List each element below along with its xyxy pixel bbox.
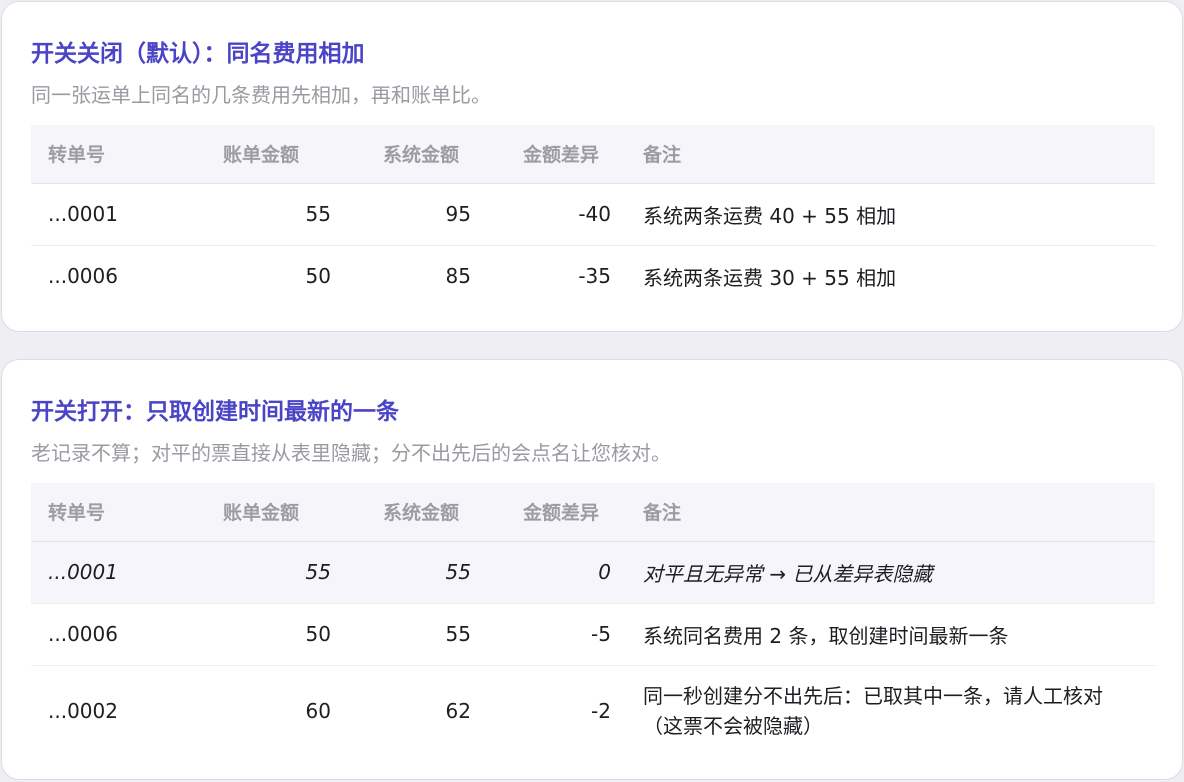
card-title: 开关打开：只取创建时间最新的一条: [31, 399, 399, 425]
col-header-amount-diff: 金额差异: [471, 125, 611, 184]
col-header-waybill: 转单号: [31, 483, 162, 542]
col-header-remark: 备注: [611, 483, 1155, 542]
table-row: ...0006 50 85 -35 系统两条运费 30 + 55 相加: [31, 245, 1155, 307]
cell-bill-amount: 60: [305, 699, 331, 724]
cell-waybill: ...0001: [31, 541, 162, 604]
diff-table: 转单号 账单金额 系统金额 金额差异 备注 ...0001 55 55 0 对平…: [31, 483, 1155, 757]
cell-remark: 系统两条运费 30 + 55 相加: [643, 265, 897, 290]
cell-waybill: ...0002: [48, 699, 118, 724]
col-header-bill-amount: 账单金额: [162, 483, 331, 542]
card-subtitle: 老记录不算；对平的票直接从表里隐藏；分不出先后的会点名让您核对。: [31, 441, 671, 465]
merge-on-card: 开关打开：只取创建时间最新的一条 老记录不算；对平的票直接从表里隐藏；分不出先后…: [1, 359, 1183, 780]
col-header-bill-amount: 账单金额: [162, 125, 331, 184]
table-row: ...0001 55 95 -40 系统两条运费 40 + 55 相加: [31, 183, 1155, 246]
col-header-amount-diff: 金额差异: [471, 483, 611, 542]
col-header-remark: 备注: [611, 125, 1155, 184]
cell-waybill: ...0006: [48, 264, 118, 289]
cell-amount-diff: -2: [591, 699, 611, 724]
table-header-row: 转单号 账单金额 系统金额 金额差异 备注: [31, 125, 1155, 184]
cell-system-amount: 85: [445, 264, 471, 289]
cell-remark: 系统两条运费 40 + 55 相加: [611, 183, 1155, 246]
cell-bill-amount: 50: [305, 264, 331, 289]
table-row: ...0006 50 55 -5 系统同名费用 2 条，取创建时间最新一条: [31, 603, 1155, 666]
cell-waybill: ...0006: [31, 603, 162, 666]
cell-remark: 同一秒创建分不出先后：已取其中一条，请人工核对（这票不会被隐藏）: [643, 684, 1103, 739]
cell-system-amount: 55: [331, 603, 471, 666]
cell-system-amount: 62: [445, 699, 471, 724]
cell-remark: 对平且无异常 → 已从差异表隐藏: [611, 541, 1155, 604]
cell-waybill: ...0001: [31, 183, 162, 246]
cell-bill-amount: 55: [162, 183, 331, 246]
cell-system-amount: 55: [331, 541, 471, 604]
cell-amount-diff: -40: [471, 183, 611, 246]
diff-table: 转单号 账单金额 系统金额 金额差异 备注 ...0001 55 95 -40 …: [31, 125, 1155, 307]
table-row: ...0002 60 62 -2 同一秒创建分不出先后：已取其中一条，请人工核对…: [31, 665, 1155, 757]
table-header-row: 转单号 账单金额 系统金额 金额差异 备注: [31, 483, 1155, 542]
cell-amount-diff: -35: [578, 264, 611, 289]
cell-bill-amount: 50: [162, 603, 331, 666]
cell-amount-diff: -5: [471, 603, 611, 666]
cell-bill-amount: 55: [162, 541, 331, 604]
card-subtitle: 同一张运单上同名的几条费用先相加，再和账单比。: [31, 83, 491, 107]
card-title: 开关关闭（默认）：同名费用相加: [31, 41, 365, 67]
table-row-hidden: ...0001 55 55 0 对平且无异常 → 已从差异表隐藏: [31, 541, 1155, 604]
col-header-system-amount: 系统金额: [331, 483, 471, 542]
merge-off-card: 开关关闭（默认）：同名费用相加 同一张运单上同名的几条费用先相加，再和账单比。 …: [1, 1, 1183, 332]
col-header-system-amount: 系统金额: [331, 125, 471, 184]
cell-system-amount: 95: [331, 183, 471, 246]
cell-amount-diff: 0: [471, 541, 611, 604]
cell-remark: 系统同名费用 2 条，取创建时间最新一条: [611, 603, 1155, 666]
col-header-waybill: 转单号: [31, 125, 162, 184]
